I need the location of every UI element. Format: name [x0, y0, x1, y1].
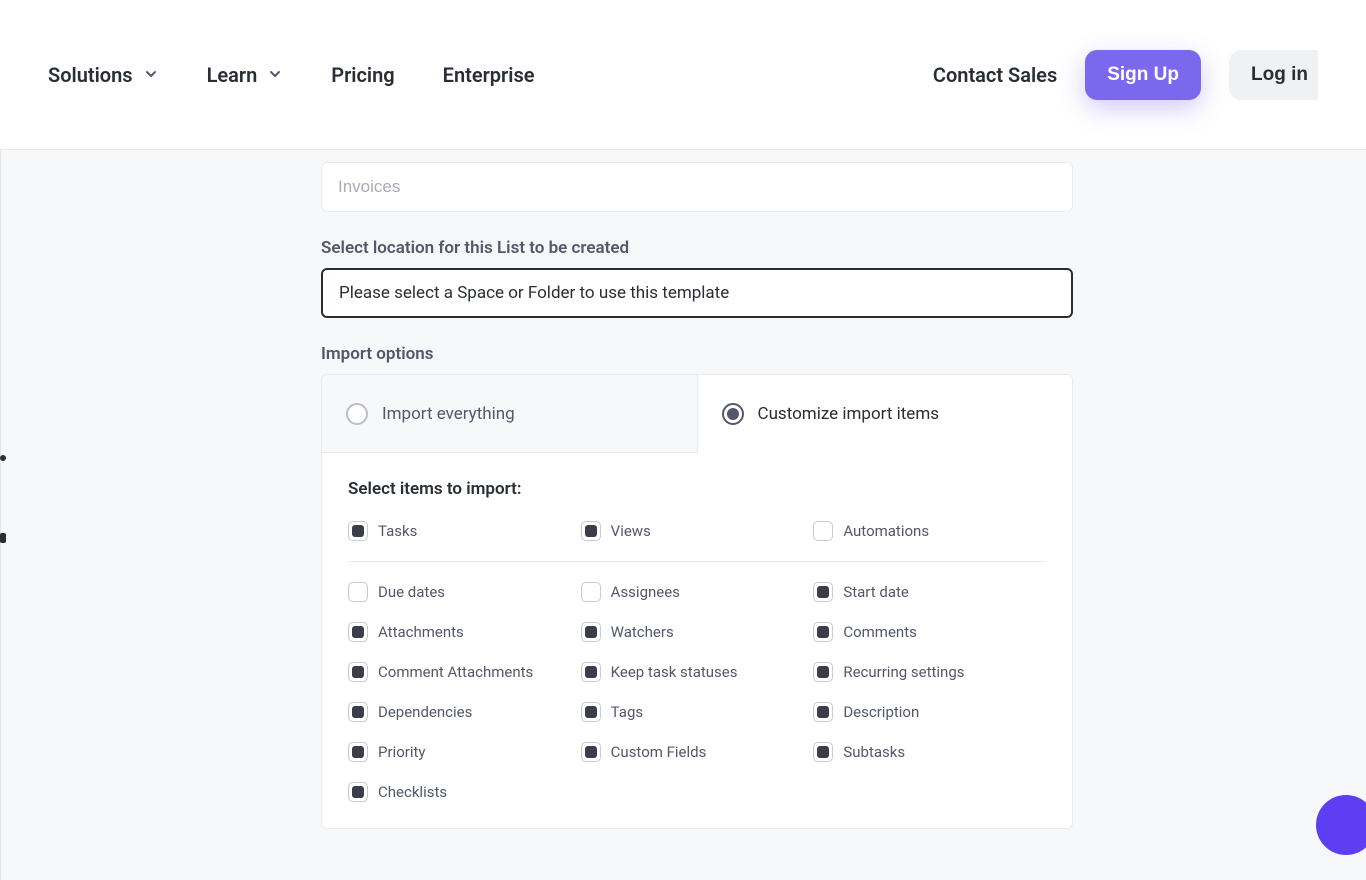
checkbox-icon — [348, 521, 368, 541]
checkbox-icon — [348, 622, 368, 642]
page-body: List name Select location for this List … — [0, 150, 1366, 880]
checkbox-icon — [813, 622, 833, 642]
checkbox-label: Watchers — [611, 623, 674, 641]
checkbox-label: Recurring settings — [843, 663, 964, 681]
checkbox-icon — [581, 742, 601, 762]
checkbox-icon — [813, 521, 833, 541]
checkbox-icon — [581, 521, 601, 541]
checkbox-subtasks[interactable]: Subtasks — [813, 742, 1046, 762]
checkbox-icon — [348, 582, 368, 602]
location-label: Select location for this List to be crea… — [321, 238, 1073, 258]
checkbox-attachments[interactable]: Attachments — [348, 622, 581, 642]
items-title: Select items to import: — [348, 479, 1046, 499]
checkbox-icon — [348, 782, 368, 802]
import-options-label: Import options — [321, 344, 1073, 364]
tab-customize-import-label: Customize import items — [758, 404, 940, 424]
list-name-input[interactable] — [321, 162, 1073, 212]
chat-bubble-icon[interactable] — [1316, 795, 1366, 855]
checkbox-label: Attachments — [378, 623, 464, 641]
edge-handle — [0, 533, 6, 543]
checkbox-label: Subtasks — [843, 743, 905, 761]
checkbox-icon — [348, 742, 368, 762]
nav-pricing-label: Pricing — [331, 63, 394, 87]
nav-enterprise-label: Enterprise — [443, 63, 535, 87]
checkbox-label: Comments — [843, 623, 917, 641]
chevron-down-icon — [143, 63, 159, 87]
checkbox-automations[interactable]: Automations — [813, 521, 1046, 541]
checkbox-icon — [813, 702, 833, 722]
location-select[interactable]: Please select a Space or Folder to use t… — [321, 268, 1073, 318]
tab-import-everything[interactable]: Import everything — [322, 375, 698, 453]
edge-dot — [0, 455, 6, 461]
checkbox-label: Priority — [378, 743, 425, 761]
checkbox-label: Description — [843, 703, 919, 721]
chevron-down-icon — [267, 63, 283, 87]
radio-icon — [722, 403, 744, 425]
checkbox-icon — [348, 702, 368, 722]
radio-icon — [346, 403, 368, 425]
checkbox-icon — [813, 662, 833, 682]
checkbox-comments[interactable]: Comments — [813, 622, 1046, 642]
checkbox-due-dates[interactable]: Due dates — [348, 582, 581, 602]
checkbox-label: Dependencies — [378, 703, 472, 721]
checkbox-icon — [581, 662, 601, 682]
checkbox-label: Views — [611, 522, 651, 540]
checkbox-icon — [813, 742, 833, 762]
checkbox-icon — [581, 702, 601, 722]
signup-button[interactable]: Sign Up — [1085, 50, 1201, 100]
checkbox-dependencies[interactable]: Dependencies — [348, 702, 581, 722]
checkbox-icon — [348, 662, 368, 682]
checkbox-tags[interactable]: Tags — [581, 702, 814, 722]
checkbox-start-date[interactable]: Start date — [813, 582, 1046, 602]
tab-import-everything-label: Import everything — [382, 404, 515, 424]
checkbox-label: Automations — [843, 522, 929, 540]
checkbox-label: Keep task statuses — [611, 663, 738, 681]
checkbox-label: Checklists — [378, 783, 447, 801]
contact-sales-link[interactable]: Contact Sales — [933, 63, 1057, 87]
nav-solutions[interactable]: Solutions — [48, 63, 159, 87]
checkbox-label: Comment Attachments — [378, 663, 533, 681]
checkbox-icon — [581, 622, 601, 642]
checkbox-comment-attachments[interactable]: Comment Attachments — [348, 662, 581, 682]
checkbox-icon — [581, 582, 601, 602]
checkbox-watchers[interactable]: Watchers — [581, 622, 814, 642]
checkbox-label: Custom Fields — [611, 743, 707, 761]
location-select-placeholder: Please select a Space or Folder to use t… — [339, 283, 729, 303]
checkbox-label: Start date — [843, 583, 909, 601]
nav-enterprise[interactable]: Enterprise — [443, 63, 535, 87]
checkbox-label: Assignees — [611, 583, 680, 601]
checkbox-icon — [813, 582, 833, 602]
checkbox-assignees[interactable]: Assignees — [581, 582, 814, 602]
checkbox-recurring-settings[interactable]: Recurring settings — [813, 662, 1046, 682]
login-button[interactable]: Log in — [1229, 50, 1318, 100]
nav-pricing[interactable]: Pricing — [331, 63, 394, 87]
checkbox-description[interactable]: Description — [813, 702, 1046, 722]
site-header: Solutions Learn Pricing Enterprise Conta… — [0, 0, 1366, 150]
checkbox-custom-fields[interactable]: Custom Fields — [581, 742, 814, 762]
checkbox-keep-task-statuses[interactable]: Keep task statuses — [581, 662, 814, 682]
checkbox-views[interactable]: Views — [581, 521, 814, 541]
checkbox-priority[interactable]: Priority — [348, 742, 581, 762]
checkbox-label: Tasks — [378, 522, 417, 540]
nav-learn-label: Learn — [207, 63, 258, 87]
checkbox-tasks[interactable]: Tasks — [348, 521, 581, 541]
tab-customize-import[interactable]: Customize import items — [698, 375, 1073, 453]
checkbox-label: Due dates — [378, 583, 445, 601]
checkbox-checklists[interactable]: Checklists — [348, 782, 581, 802]
checkbox-label: Tags — [611, 703, 643, 721]
import-options-panel: Import everything Customize import items… — [321, 374, 1073, 829]
nav-learn[interactable]: Learn — [207, 63, 284, 87]
nav-solutions-label: Solutions — [48, 63, 133, 87]
